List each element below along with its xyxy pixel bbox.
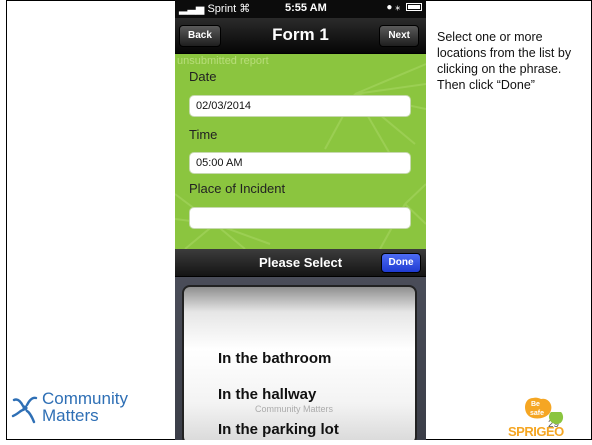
picker-toolbar: Please Select Done (175, 249, 426, 277)
signal-icon: ▂▃▅ (179, 3, 205, 15)
next-button[interactable]: Next (379, 25, 419, 47)
date-label: Date (189, 69, 217, 84)
done-button[interactable]: Done (381, 253, 421, 273)
status-icons: ● ⁎ (386, 2, 422, 13)
badge-be: Be (531, 401, 540, 408)
picker-wheel[interactable]: In the bathroom In the hallway In the pa… (182, 285, 417, 440)
community-matters-logo-icon (11, 396, 38, 424)
status-bar: ▂▃▅ Sprint ⌘ 5:55 AM ● ⁎ (175, 0, 426, 18)
incident-form: unsubmitted report Date 02/03/2014 Time … (175, 54, 426, 249)
bluetooth-icon: ⁎ (395, 2, 401, 13)
time-field[interactable]: 05:00 AM (189, 152, 411, 174)
sprigeo-logo-icon: Be safe SPRIGEO (508, 397, 565, 439)
community-matters-text: Community Matters (42, 389, 128, 425)
battery-icon (406, 3, 422, 12)
time-label: Time (189, 127, 218, 142)
sprigeo-logo: Be safe SPRIGEO (503, 394, 588, 440)
picker-option-hallway[interactable]: In the hallway (218, 386, 316, 403)
form-watermark: unsubmitted report (177, 55, 269, 67)
place-of-incident-field[interactable] (189, 207, 411, 229)
phone-screen: ▂▃▅ Sprint ⌘ 5:55 AM ● ⁎ Back Form 1 Nex… (175, 0, 426, 440)
place-label: Place of Incident (189, 181, 286, 196)
community-matters-logo: Community Matters (10, 390, 170, 430)
carrier: ▂▃▅ Sprint ⌘ (179, 3, 251, 15)
picker-panel: In the bathroom In the hallway In the pa… (175, 277, 426, 440)
wifi-icon: ⌘ (239, 3, 251, 15)
picker-option-parking-lot[interactable]: In the parking lot (218, 421, 339, 438)
badge-safe: safe (530, 410, 544, 417)
date-field[interactable]: 02/03/2014 (189, 95, 411, 117)
lock-icon: ● (386, 2, 393, 13)
instruction-text: Select one or more locations from the li… (437, 30, 572, 92)
picker-option-bathroom[interactable]: In the bathroom (218, 350, 331, 367)
sprigeo-wordmark: SPRIGEO (508, 424, 564, 439)
nav-bar: Back Form 1 Next (175, 18, 426, 54)
status-time: 5:55 AM (285, 2, 327, 14)
footer-watermark: Community Matters (255, 404, 334, 414)
